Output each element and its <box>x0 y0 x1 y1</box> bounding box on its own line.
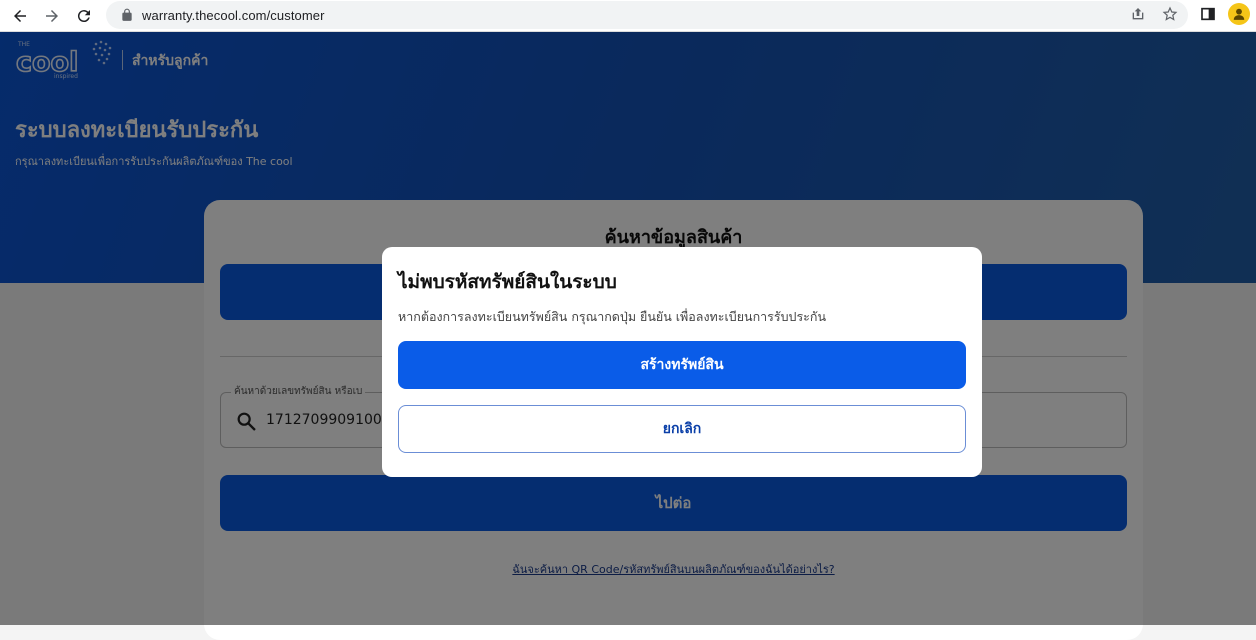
lock-icon <box>122 8 132 21</box>
browser-toolbar: warranty.thecool.com/customer <box>0 0 1256 32</box>
person-icon <box>1233 8 1245 20</box>
cancel-button[interactable]: ยกเลิก <box>398 405 966 453</box>
bookmark-star-icon[interactable] <box>1162 6 1178 22</box>
dialog-title: ไม่พบรหัสทรัพย์สินในระบบ <box>398 271 617 293</box>
arrow-right-icon <box>46 9 58 22</box>
dialog-description: หากต้องการลงทะเบียนทรัพย์สิน กรุณากดปุ่ม… <box>398 309 826 324</box>
create-asset-button[interactable]: สร้างทรัพย์สิน <box>398 341 966 389</box>
share-icon[interactable] <box>1130 6 1146 22</box>
back-button[interactable] <box>4 2 36 30</box>
asset-not-found-dialog: ไม่พบรหัสทรัพย์สินในระบบ หากต้องการลงทะเ… <box>382 247 982 477</box>
forward-button[interactable] <box>36 2 68 30</box>
side-panel-icon[interactable] <box>1200 6 1216 22</box>
address-bar[interactable]: warranty.thecool.com/customer <box>106 1 1188 29</box>
reload-button[interactable] <box>68 2 100 30</box>
profile-avatar[interactable] <box>1228 3 1250 25</box>
reload-icon <box>77 9 90 22</box>
url-text: warranty.thecool.com/customer <box>142 7 325 23</box>
arrow-left-icon <box>14 9 26 22</box>
